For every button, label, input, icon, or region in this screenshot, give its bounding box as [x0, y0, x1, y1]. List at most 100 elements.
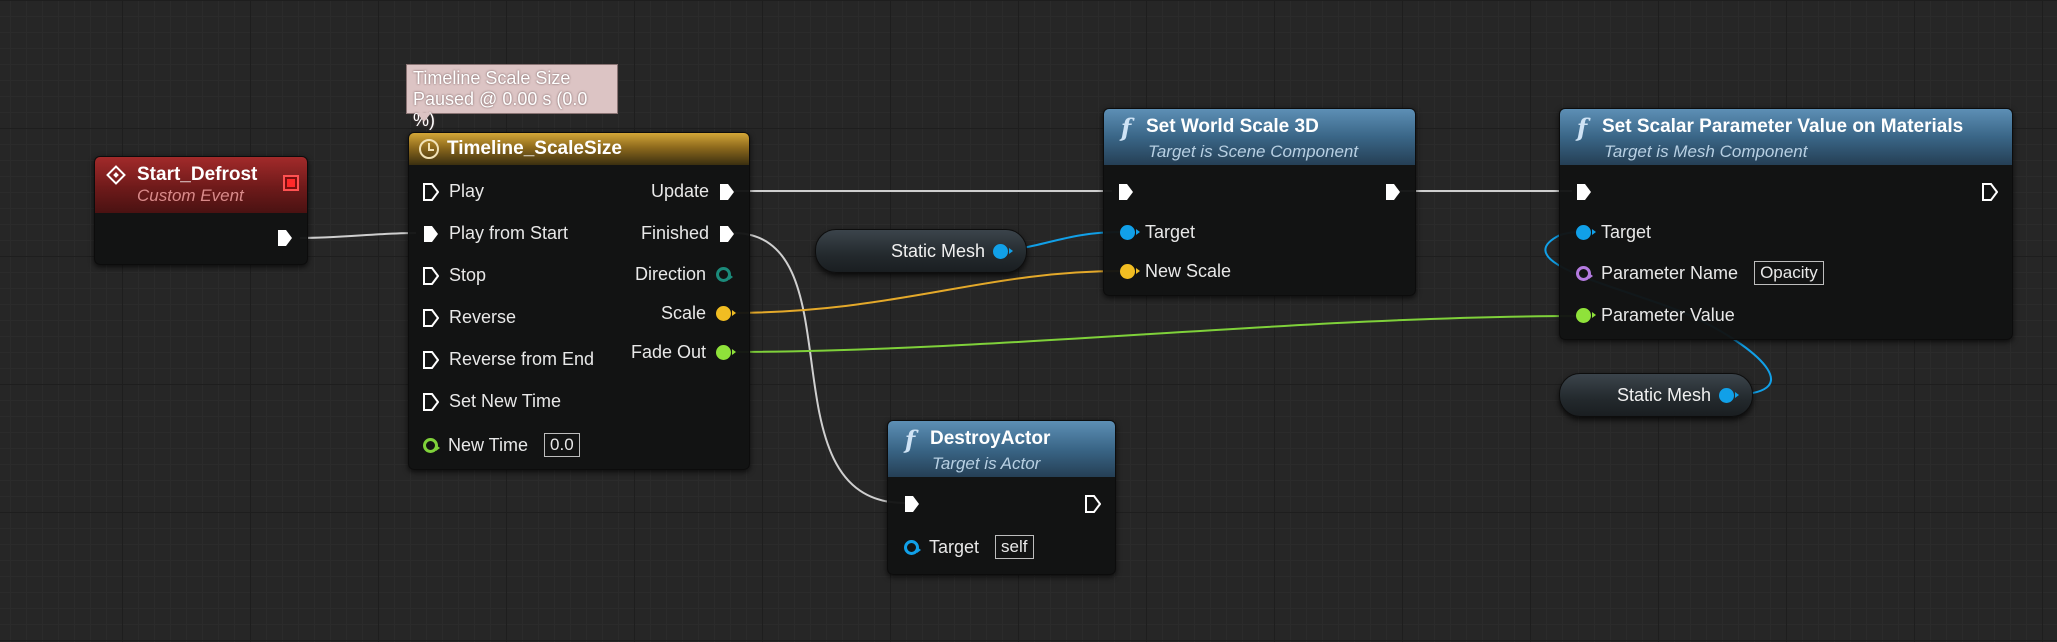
- clock-icon: [419, 139, 439, 159]
- exec-input-pin[interactable]: [1118, 183, 1134, 201]
- input-pin-reverse[interactable]: Reverse: [423, 307, 516, 328]
- exec-pin-icon: [424, 225, 438, 242]
- input-pin-parameter-value[interactable]: Parameter Value: [1576, 305, 1735, 326]
- exec-wire-finished-to-destroy: [732, 232, 906, 504]
- input-pin-play[interactable]: Play: [423, 181, 484, 202]
- exec-pin-icon: [278, 230, 292, 246]
- exec-pin-icon: [423, 266, 439, 285]
- pin-label: Target: [1145, 222, 1196, 242]
- exec-pin-icon: [1386, 184, 1400, 200]
- pin-label: Set New Time: [449, 391, 562, 411]
- exec-pin-icon: [720, 183, 734, 200]
- node-subtitle: Custom Event: [137, 186, 244, 205]
- input-pin-target[interactable]: Target: [1576, 222, 1651, 243]
- input-pin-new-scale[interactable]: New Scale: [1120, 261, 1231, 282]
- input-pin-reverse-from-end[interactable]: Reverse from End: [423, 349, 594, 370]
- exec-pin-icon: [423, 392, 439, 411]
- exec-pin-icon: [1119, 184, 1133, 200]
- input-pin-parameter-name[interactable]: Parameter Name Opacity: [1576, 261, 1824, 285]
- object-pin-icon[interactable]: [993, 243, 1013, 259]
- pin-label: New Time: [448, 434, 529, 455]
- function-icon: f: [904, 424, 916, 454]
- timeline-tooltip: Timeline Scale Size Paused @ 0.00 s (0.0…: [406, 64, 618, 130]
- custom-event-node[interactable]: Start_Defrost Custom Event: [94, 156, 308, 265]
- direction-pin-icon: [716, 267, 733, 282]
- pin-label: Direction: [634, 264, 706, 284]
- pin-label: Stop: [449, 265, 487, 285]
- vector-wire-scale-to-newscale: [725, 270, 1123, 314]
- node-title: Set Scalar Parameter Value on Materials: [1602, 116, 1964, 137]
- destroy-actor-node[interactable]: f DestroyActor Target is Actor Target sel…: [887, 420, 1116, 575]
- pin-label: Finished: [640, 223, 709, 243]
- node-title: DestroyActor: [930, 428, 1051, 449]
- vector-pin-icon: [1120, 264, 1140, 279]
- pin-label: New Scale: [1145, 261, 1232, 281]
- output-pin-update[interactable]: Update: [651, 181, 735, 202]
- pin-label: Target: [929, 536, 980, 557]
- pin-label: Reverse: [449, 307, 517, 327]
- exec-wire-start-to-playfromstart: [299, 232, 417, 239]
- pin-label: Parameter Value: [1601, 305, 1735, 325]
- function-icon: f: [1120, 112, 1132, 142]
- exec-input-pin[interactable]: [904, 495, 920, 513]
- pin-label: Fade Out: [630, 342, 706, 362]
- exec-input-pin[interactable]: [1576, 183, 1592, 201]
- float-pin-icon: [1576, 308, 1596, 323]
- pin-label: Target: [1601, 222, 1652, 242]
- pin-label: Update: [650, 181, 709, 201]
- object-pin-icon[interactable]: [1719, 387, 1739, 403]
- exec-output-pin[interactable]: [1385, 183, 1401, 201]
- input-pin-new-time[interactable]: New Time 0.0: [423, 433, 580, 457]
- timeline-node[interactable]: Timeline_ScaleSize Play Play from Start …: [408, 132, 750, 470]
- input-pin-set-new-time[interactable]: Set New Time: [423, 391, 561, 412]
- exec-pin-icon: [905, 496, 919, 512]
- float-pin-icon: [716, 345, 736, 360]
- parameter-name-input[interactable]: Opacity: [1754, 261, 1824, 285]
- exec-pin-icon: [1982, 183, 1998, 201]
- pin-label: Reverse from End: [449, 349, 595, 369]
- delegate-pin-icon[interactable]: [283, 175, 299, 191]
- node-subtitle: Target is Mesh Component: [1604, 141, 1808, 161]
- pin-label: Play from Start: [449, 223, 569, 243]
- exec-pin-icon: [1085, 495, 1101, 513]
- exec-output-pin[interactable]: [1982, 183, 1998, 201]
- variable-label: Static Mesh: [890, 240, 985, 261]
- input-pin-play-from-start[interactable]: Play from Start: [423, 223, 568, 244]
- variable-label: Static Mesh: [1616, 384, 1711, 405]
- exec-pin-icon: [423, 182, 439, 201]
- exec-pin-icon: [720, 225, 734, 242]
- name-pin-icon: [1576, 265, 1593, 281]
- object-pin-icon: [904, 539, 921, 555]
- node-subtitle: Target is Scene Component: [1148, 141, 1359, 161]
- input-pin-target[interactable]: Target self: [904, 535, 1034, 559]
- vector-pin-icon: [716, 306, 736, 321]
- static-mesh-variable-node[interactable]: Static Mesh: [815, 229, 1027, 273]
- tooltip-line2: Paused @ 0.00 s (0.0 %): [413, 89, 588, 130]
- static-mesh-variable-node[interactable]: Static Mesh: [1559, 373, 1753, 417]
- float-pin-icon: [423, 437, 440, 453]
- pin-label: Parameter Name: [1601, 262, 1739, 283]
- input-pin-stop[interactable]: Stop: [423, 265, 486, 286]
- function-icon: f: [1576, 112, 1588, 142]
- tooltip-line1: Timeline Scale Size: [413, 68, 571, 88]
- object-pin-icon: [1576, 225, 1596, 240]
- set-scalar-parameter-node[interactable]: f Set Scalar Parameter Value on Materials…: [1559, 108, 2013, 340]
- output-pin-direction[interactable]: Direction: [634, 264, 733, 285]
- exec-pin-icon: [423, 308, 439, 327]
- node-title: Start_Defrost: [137, 164, 258, 185]
- exec-pin-icon: [423, 350, 439, 369]
- pin-label: Play: [449, 181, 485, 201]
- exec-output-pin[interactable]: [1085, 495, 1101, 513]
- output-pin-finished[interactable]: Finished: [641, 223, 735, 244]
- set-world-scale-3d-node[interactable]: f Set World Scale 3D Target is Scene Comp…: [1103, 108, 1416, 296]
- target-value: self: [995, 535, 1034, 559]
- output-pin-scale[interactable]: Scale: [661, 303, 736, 324]
- input-pin-target[interactable]: Target: [1120, 222, 1195, 243]
- new-time-input[interactable]: 0.0: [544, 433, 580, 457]
- output-pin-fade-out[interactable]: Fade Out: [630, 342, 736, 363]
- node-title: Timeline_ScaleSize: [447, 138, 622, 159]
- exec-pin-icon: [1577, 184, 1591, 200]
- node-subtitle: Target is Actor: [932, 453, 1041, 473]
- float-wire-fadeout-to-paramvalue: [725, 315, 1581, 353]
- exec-output-pin[interactable]: [277, 229, 293, 247]
